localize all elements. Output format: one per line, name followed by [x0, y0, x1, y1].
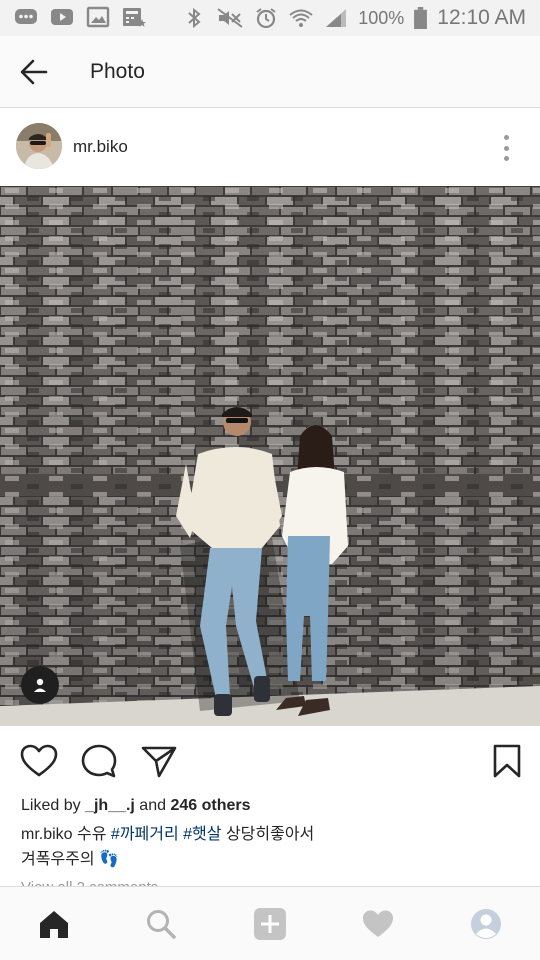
mute-icon [217, 8, 243, 28]
post-caption: mr.biko 수유 #까페거리 #햇살 상당히좋아서 겨폭우주의 👣 [21, 822, 521, 872]
notification-icons [14, 6, 146, 28]
bluetooth-icon [188, 7, 201, 29]
page-title: Photo [90, 60, 145, 83]
battery-percent: 100% [358, 7, 405, 28]
activity-heart-icon [363, 910, 393, 937]
chat-icon [15, 9, 37, 24]
profile-icon [471, 909, 501, 939]
likes-count[interactable]: 246 others [170, 797, 250, 814]
bookmark-button[interactable] [487, 742, 527, 780]
battery-icon [414, 7, 428, 29]
add-icon [254, 908, 286, 940]
app-bar: Photo [0, 36, 540, 108]
more-vertical-icon [503, 145, 509, 151]
caption-text: 겨폭우주의 [21, 851, 100, 868]
youtube-icon [51, 9, 73, 25]
nav-add-post[interactable] [250, 905, 290, 943]
arrow-left-icon [20, 59, 48, 85]
post-header: mr.biko [0, 109, 540, 186]
caption-text: 상당히좋아서 [221, 826, 315, 843]
liked-by-user[interactable]: _jh__.j [85, 797, 135, 814]
share-icon [141, 746, 177, 778]
alarm-icon [256, 8, 276, 29]
footprints-emoji: 👣 [99, 851, 119, 868]
avatar-image [16, 123, 62, 169]
likes-prefix: Liked by [21, 797, 86, 814]
like-button[interactable] [19, 742, 59, 780]
nav-activity[interactable] [358, 905, 398, 943]
clock: 12:10 AM [437, 6, 526, 29]
more-vertical-icon [503, 156, 509, 161]
nav-profile[interactable] [466, 905, 506, 943]
hashtag-link[interactable]: #햇살 [183, 826, 221, 843]
nav-home[interactable] [34, 905, 74, 943]
more-vertical-icon [503, 135, 509, 140]
calculator-icon [123, 8, 146, 27]
likes-summary[interactable]: Liked by _jh__.j and 246 others [21, 797, 251, 815]
search-icon [147, 910, 176, 939]
comment-button[interactable] [79, 742, 119, 780]
heart-icon [20, 744, 58, 777]
couple-against-brick-wall-photo [0, 186, 540, 726]
bottom-navigation [0, 886, 540, 960]
post-username[interactable]: mr.biko [73, 137, 128, 157]
caption-username[interactable]: mr.biko [21, 826, 73, 843]
caption-text: 수유 [72, 826, 111, 843]
likes-and: and [134, 797, 171, 814]
avatar[interactable] [16, 123, 62, 169]
post-actions [0, 726, 540, 796]
tagged-people-button[interactable] [21, 666, 59, 704]
comment-icon [81, 744, 117, 778]
nav-search[interactable] [141, 905, 181, 943]
signal-icon [326, 9, 347, 27]
bookmark-icon [493, 744, 521, 778]
share-button[interactable] [139, 742, 179, 780]
status-bar: 100% 12:10 AM [0, 0, 540, 36]
person-icon [34, 678, 46, 692]
image-icon [86, 6, 110, 28]
wifi-icon [289, 9, 313, 27]
system-icons: 100% 12:10 AM [182, 4, 526, 32]
post-photo[interactable] [0, 186, 540, 726]
back-button[interactable] [16, 56, 52, 88]
home-icon [40, 911, 68, 938]
hashtag-link[interactable]: #까페거리 [111, 826, 179, 843]
more-options-button[interactable] [496, 131, 516, 165]
